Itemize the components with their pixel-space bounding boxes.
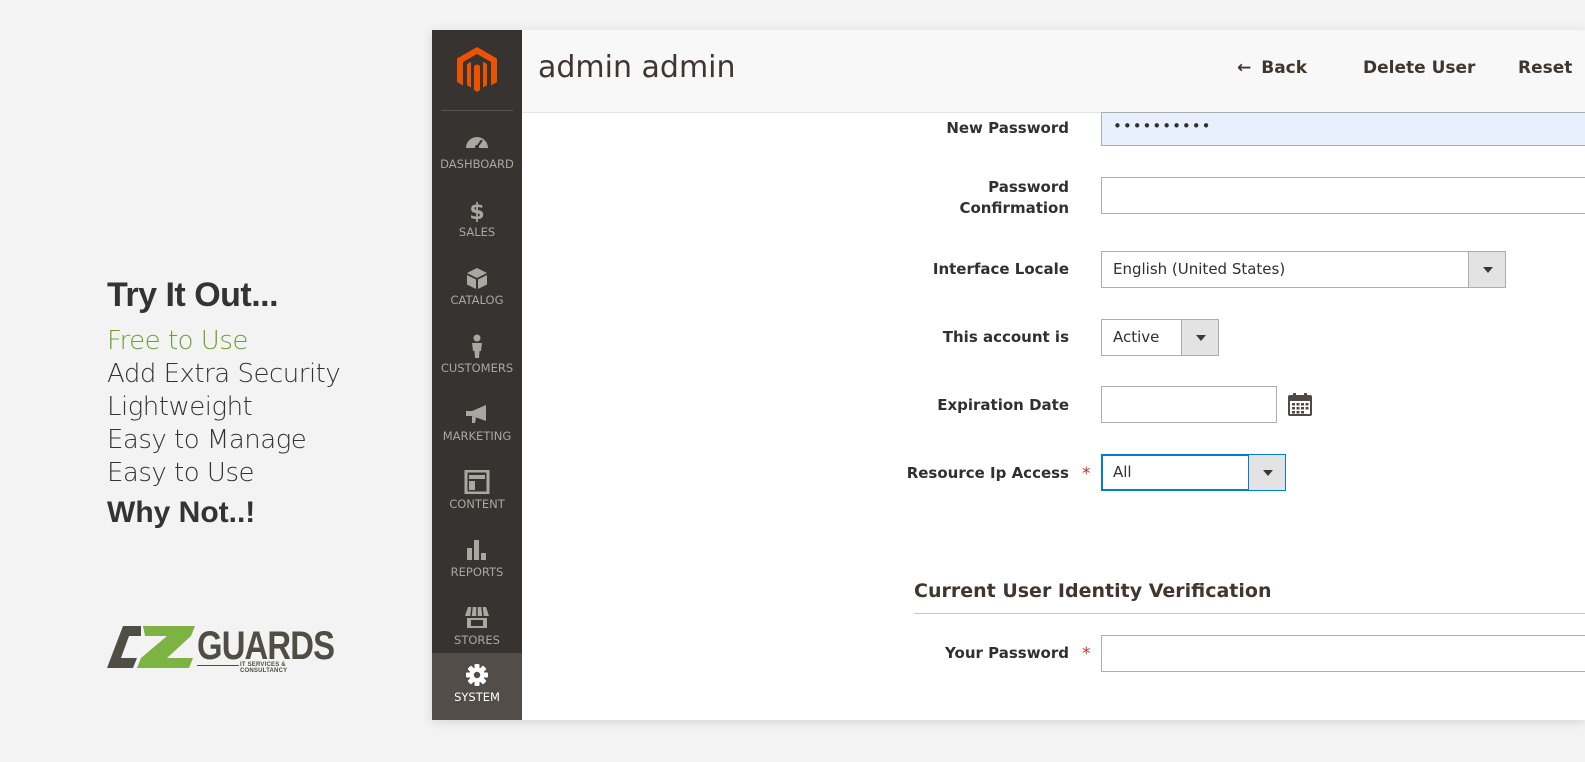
sidebar-item-content[interactable]: CONTENT bbox=[432, 460, 522, 528]
page-title: admin admin bbox=[538, 50, 736, 85]
box-icon bbox=[467, 268, 487, 289]
new-password-label: New Password bbox=[946, 119, 1069, 137]
sidebar-item-label: DASHBOARD bbox=[440, 157, 514, 171]
sidebar-item-reports[interactable]: REPORTS bbox=[432, 528, 522, 596]
page-header: admin admin ← Back Delete User Reset bbox=[522, 30, 1585, 113]
resource-ip-access-select[interactable]: All bbox=[1101, 454, 1286, 491]
account-status-select[interactable]: Active bbox=[1101, 319, 1219, 356]
password-confirmation-field[interactable] bbox=[1101, 177, 1585, 214]
sidebar-item-customers[interactable]: CUSTOMERS bbox=[432, 324, 522, 392]
svg-text:$: $ bbox=[469, 200, 484, 222]
sidebar-item-label: CATALOG bbox=[450, 293, 504, 307]
select-value: Active bbox=[1113, 328, 1160, 346]
expiration-date-field[interactable] bbox=[1101, 386, 1277, 423]
feature-list: Free to Use Add Extra Security Lightweig… bbox=[107, 325, 407, 490]
sidebar-item-label: CUSTOMERS bbox=[440, 361, 514, 375]
sidebar-item-catalog[interactable]: CATALOG bbox=[432, 256, 522, 324]
section-divider bbox=[914, 613, 1585, 614]
admin-window: DASHBOARD $ SALES CATALOG CUSTOMERS MARK… bbox=[432, 30, 1585, 720]
logo-divider bbox=[197, 665, 239, 666]
account-status-label: This account is bbox=[942, 328, 1069, 346]
bar-chart-icon bbox=[467, 540, 486, 560]
delete-user-button[interactable]: Delete User bbox=[1363, 58, 1475, 78]
chevron-down-icon bbox=[1468, 252, 1505, 287]
az-logo-icon bbox=[107, 626, 195, 668]
resource-ip-access-label: Resource Ip Access bbox=[906, 464, 1069, 482]
sidebar-item-system[interactable]: SYSTEM bbox=[432, 653, 522, 720]
sidebar-item-label: SYSTEM bbox=[454, 690, 500, 704]
select-value: All bbox=[1113, 463, 1132, 481]
promo-why: Why Not..! bbox=[107, 496, 256, 529]
verification-section-title: Current User Identity Verification bbox=[914, 580, 1272, 602]
megaphone-icon bbox=[466, 405, 486, 423]
chevron-down-icon bbox=[1181, 320, 1218, 355]
sidebar-item-dashboard[interactable]: DASHBOARD bbox=[432, 120, 522, 188]
magento-logo-icon[interactable] bbox=[454, 46, 500, 94]
feature-item: Easy to Use bbox=[107, 458, 255, 488]
promo-panel: Try It Out... Free to Use Add Extra Secu… bbox=[107, 276, 407, 530]
sidebar-item-label: SALES bbox=[458, 225, 496, 239]
feature-item: Add Extra Security bbox=[107, 359, 341, 389]
dollar-icon: $ bbox=[469, 200, 484, 222]
feature-item: Lightweight bbox=[107, 392, 253, 422]
interface-locale-label: Interface Locale bbox=[932, 260, 1069, 278]
select-value: English (United States) bbox=[1113, 260, 1286, 278]
arrow-left-icon: ← bbox=[1237, 58, 1252, 78]
layout-icon bbox=[464, 470, 490, 494]
reset-button[interactable]: Reset bbox=[1518, 58, 1572, 78]
person-icon bbox=[472, 334, 482, 358]
chevron-down-icon bbox=[1248, 455, 1285, 490]
expiration-date-label: Expiration Date bbox=[937, 396, 1069, 414]
sidebar-divider bbox=[441, 110, 513, 111]
sidebar-item-label: STORES bbox=[454, 633, 500, 647]
your-password-field[interactable] bbox=[1101, 635, 1585, 672]
back-button[interactable]: ← Back bbox=[1237, 58, 1307, 78]
required-asterisk: * bbox=[1082, 644, 1091, 664]
new-password-field[interactable]: •••••••••• bbox=[1101, 112, 1585, 146]
required-asterisk: * bbox=[1082, 464, 1091, 484]
storefront-icon bbox=[465, 606, 489, 628]
sidebar-item-label: REPORTS bbox=[450, 565, 504, 579]
logo-tagline: IT SERVICES & CONSULTANCY bbox=[240, 662, 288, 674]
admin-sidebar: DASHBOARD $ SALES CATALOG CUSTOMERS MARK… bbox=[432, 30, 522, 720]
feature-item: Easy to Manage bbox=[107, 425, 307, 455]
your-password-label: Your Password bbox=[945, 644, 1069, 662]
interface-locale-select[interactable]: English (United States) bbox=[1101, 251, 1506, 288]
dashboard-gauge-icon bbox=[466, 137, 488, 149]
sidebar-item-label: CONTENT bbox=[449, 497, 505, 511]
back-button-label: Back bbox=[1261, 58, 1308, 78]
password-confirmation-label: Password Confirmation bbox=[959, 177, 1069, 219]
sidebar-item-sales[interactable]: $ SALES bbox=[432, 188, 522, 256]
sidebar-item-marketing[interactable]: MARKETING bbox=[432, 392, 522, 460]
gear-icon bbox=[466, 664, 488, 686]
sidebar-item-label: MARKETING bbox=[442, 429, 512, 443]
promo-title: Try It Out... bbox=[107, 276, 279, 314]
label-line: Password bbox=[988, 178, 1069, 196]
label-line: Confirmation bbox=[959, 199, 1069, 217]
calendar-icon[interactable] bbox=[1288, 392, 1312, 416]
feature-item: Free to Use bbox=[107, 326, 248, 356]
az-guards-logo: GUARDS IT SERVICES & CONSULTANCY bbox=[107, 624, 335, 674]
